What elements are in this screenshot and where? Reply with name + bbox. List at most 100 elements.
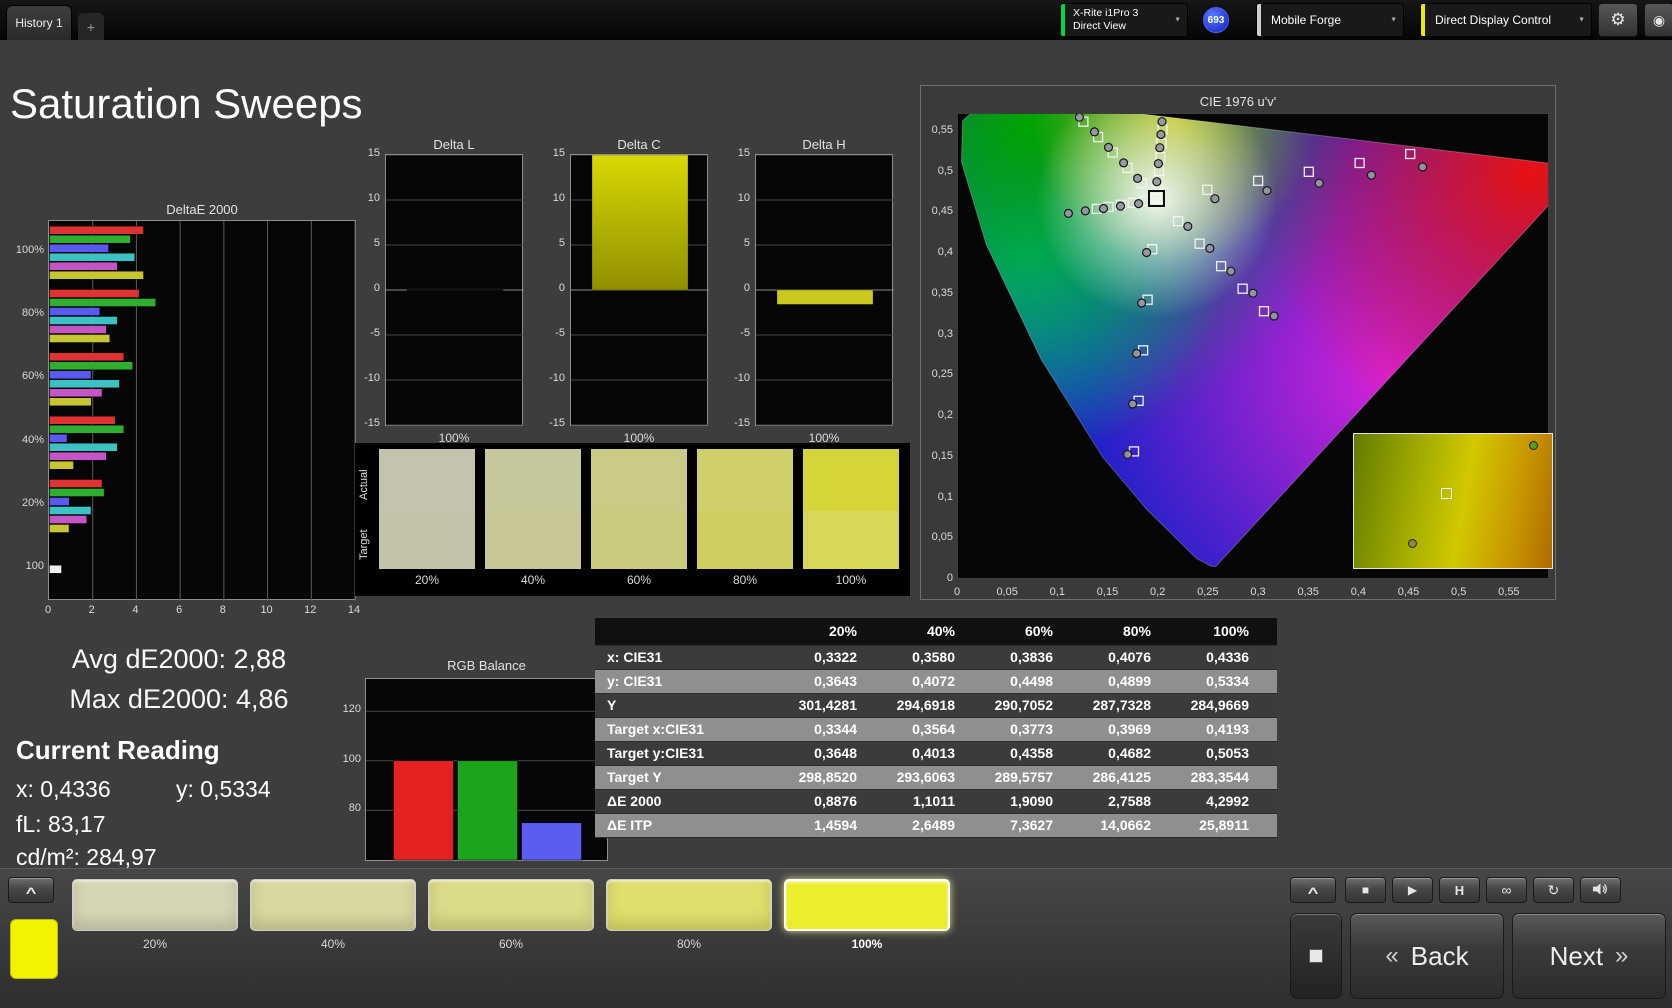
swatch-label: 100% <box>835 573 867 587</box>
collapse-left-button[interactable]: ∧ <box>8 877 54 903</box>
deltae-xtick: 14 <box>347 604 361 616</box>
cie-xtick: 0,55 <box>1498 586 1520 598</box>
inset-measured-dot <box>1408 538 1418 548</box>
deltae-xtick: 2 <box>88 604 95 616</box>
saturation-patch-button-80%[interactable] <box>606 879 772 931</box>
rgb-ytick: 100 <box>342 752 361 765</box>
add-tab-button[interactable]: + <box>78 13 104 40</box>
cie-xtick: 0,4 <box>1350 586 1366 598</box>
deltae-group-label: 80% <box>21 307 44 319</box>
collapse-right-button[interactable]: ∧ <box>1290 877 1336 903</box>
refresh-button[interactable]: ↻ <box>1533 877 1574 903</box>
deltae2000-plot <box>48 220 356 601</box>
deltae-xtick: 4 <box>132 604 139 616</box>
delta_c-ytick: -5 <box>555 327 565 339</box>
play-button[interactable]: ▶ <box>1392 877 1433 903</box>
edge-button[interactable]: ◉ <box>1644 3 1672 37</box>
table-header-row: 20% 40% 60% 80% 100% <box>595 618 1277 646</box>
session-badge[interactable]: 693 <box>1203 7 1229 33</box>
table-cell: 0,3969 <box>1081 717 1179 742</box>
saturation-patch-button-20%[interactable] <box>72 879 238 931</box>
table-cell: 286,4125 <box>1081 765 1179 790</box>
table-row: y: CIE31 0,3643 0,4072 0,4498 0,4899 0,5334 <box>595 669 1277 694</box>
table-cell: 2,6489 <box>885 813 983 838</box>
stop-button[interactable]: ■ <box>1345 877 1386 903</box>
saturation-patch-label: 60% <box>498 937 524 951</box>
meter-line2: Direct View <box>1073 20 1126 32</box>
delta_l-ytick: 0 <box>373 282 380 294</box>
delta_h-ytick: 10 <box>737 192 750 204</box>
cie-xtick: 0,3 <box>1250 586 1266 598</box>
table-corner-cell <box>595 618 787 646</box>
tab-history-1[interactable]: History 1 <box>6 5 72 40</box>
saturation-patch-button-40%[interactable] <box>250 879 416 931</box>
bottom-bar: ∧ ∧ ■ ▶ H ∞ ↻ « Back Next » 20% 40% 60% 80% 100% <box>0 868 1672 1008</box>
meter-indicator <box>1061 4 1065 36</box>
swatch-column-20% <box>379 449 475 569</box>
saturation-patch-label: 40% <box>320 937 346 951</box>
cie-ytick: 0,1 <box>937 490 953 503</box>
deltae-group-label: 60% <box>21 370 44 383</box>
table-cell: 1,1011 <box>885 789 983 814</box>
swatch-target <box>379 511 475 569</box>
play-icon: ▶ <box>1407 883 1418 897</box>
table-cell: 0,3322 <box>787 645 885 670</box>
deltae-xtick: 0 <box>44 604 52 616</box>
source-selector[interactable]: Mobile Forge ▼ <box>1256 3 1404 37</box>
saturation-patch-button-60%[interactable] <box>428 879 594 931</box>
swatch-actual <box>803 449 899 511</box>
table-row: x: CIE31 0,3322 0,3580 0,3836 0,4076 0,4336 <box>595 645 1277 670</box>
next-button[interactable]: Next » <box>1512 913 1666 999</box>
cie-ytick: 0,4 <box>937 246 953 259</box>
swatch-label: 20% <box>414 573 440 587</box>
delta_h-ytick: 15 <box>737 147 750 159</box>
delta_c-ytick: 0 <box>558 282 565 294</box>
delta_c-title: Delta C <box>617 137 661 152</box>
delta_h-ytick: 0 <box>743 282 750 294</box>
current-reading-fl: fL: 83,17 <box>16 811 106 837</box>
table-cell: 287,7328 <box>1081 693 1179 718</box>
meter-selector[interactable]: X-Rite i1Pro 3 Direct View ▼ <box>1060 3 1188 37</box>
chevron-down-icon: ▼ <box>1578 16 1585 24</box>
saturation-patch-label: 100% <box>851 937 883 951</box>
cie-xtick: 0,05 <box>996 586 1018 598</box>
swatch-column-100% <box>803 449 899 569</box>
display-indicator <box>1421 4 1425 36</box>
table-cell: 0,4193 <box>1179 717 1277 742</box>
cie-xtick: 0,5 <box>1451 586 1467 598</box>
deltae-xtick: 6 <box>176 604 183 616</box>
delta_h-title: Delta H <box>802 137 846 152</box>
deltae-group-label: 40% <box>21 433 44 446</box>
cie-xtick: 0,15 <box>1096 586 1119 598</box>
delta_h-ytick: -10 <box>734 372 750 384</box>
swatch-row-label-actual: Actual <box>358 469 370 501</box>
cie-ytick: 0,2 <box>937 409 953 422</box>
swatch-target <box>485 511 581 569</box>
delta_l-ytick: -10 <box>364 372 380 384</box>
saturation-patch-button-100%[interactable] <box>784 879 950 931</box>
delta_c-ytick: -10 <box>549 372 565 384</box>
table-cell: 0,4336 <box>1179 645 1277 670</box>
speaker-button[interactable] <box>1580 877 1621 903</box>
table-row-label: Target Y <box>595 765 787 790</box>
table-cell: 0,3773 <box>983 717 1081 742</box>
back-button[interactable]: « Back <box>1350 913 1504 999</box>
pattern-window-button[interactable] <box>1290 913 1342 999</box>
hold-button[interactable]: H <box>1439 877 1480 903</box>
table-cell: 0,4498 <box>983 669 1081 694</box>
display-selector[interactable]: Direct Display Control ▼ <box>1420 3 1592 37</box>
swatch-column-60% <box>591 449 687 569</box>
table-row-label: Target y:CIE31 <box>595 741 787 766</box>
cie-xtick: 0,1 <box>1049 586 1065 598</box>
delta_l-ytick: 10 <box>367 192 380 204</box>
settings-button[interactable]: ⚙ <box>1598 3 1638 37</box>
next-chevrons-icon: » <box>1615 942 1629 969</box>
rgb-balance-title: RGB Balance <box>447 658 526 673</box>
cie-ytick: 0,05 <box>931 531 953 544</box>
loop-button[interactable]: ∞ <box>1486 877 1527 903</box>
deltae-group-label: 20% <box>21 497 44 509</box>
delta_h-ytick: 5 <box>743 237 750 249</box>
reading-x-label: x: <box>16 776 34 802</box>
chevron-down-icon: ▼ <box>1390 16 1397 24</box>
cie-xtick: 0 <box>953 586 961 598</box>
